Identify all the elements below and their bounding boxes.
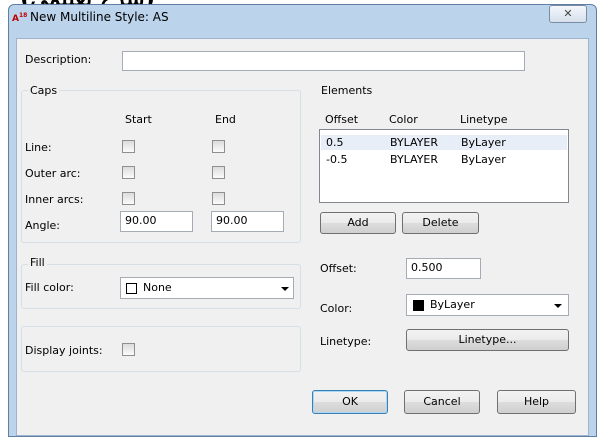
caps-outer-arc-label: Outer arc:	[25, 167, 81, 180]
fill-color-label: Fill color:	[25, 281, 74, 294]
fill-group-title: Fill	[28, 256, 47, 269]
element-color-swatch	[413, 300, 424, 311]
elements-list[interactable]: 0.5 BYLAYER ByLayer -0.5 BYLAYER ByLayer	[319, 129, 569, 203]
description-field[interactable]	[122, 51, 525, 71]
chevron-down-icon	[554, 304, 562, 308]
element-linetype-label: Linetype:	[320, 335, 372, 348]
caps-group-title: Caps	[28, 84, 60, 97]
element-offset-label: Offset:	[320, 262, 357, 275]
display-joints-label: Display joints:	[25, 344, 103, 357]
element-color: BYLAYER	[390, 153, 439, 166]
delete-element-button[interactable]: Delete	[402, 212, 479, 234]
elements-list-row[interactable]: -0.5 BYLAYER ByLayer	[321, 152, 567, 167]
caps-end-header: End	[215, 113, 236, 126]
caps-angle-end-field[interactable]: 90.00	[211, 211, 284, 232]
description-label: Description:	[25, 53, 92, 66]
linetype-button[interactable]: Linetype...	[406, 329, 569, 351]
fill-color-value: None	[143, 281, 172, 294]
element-linetype: ByLayer	[461, 153, 506, 166]
caps-angle-label: Angle:	[25, 219, 61, 232]
window-title: New Multiline Style: AS	[30, 10, 169, 24]
close-icon: ✕	[563, 7, 573, 20]
fill-color-dropdown[interactable]: None	[120, 277, 294, 299]
element-offset-field[interactable]: 0.500	[406, 258, 481, 279]
caps-outer-arc-end-checkbox[interactable]	[212, 166, 225, 179]
help-button[interactable]: Help	[497, 390, 576, 414]
display-joints-checkbox[interactable]	[122, 343, 135, 356]
elements-group-title: Elements	[319, 84, 375, 97]
cancel-button[interactable]: Cancel	[404, 390, 480, 414]
caps-inner-arcs-end-checkbox[interactable]	[212, 192, 225, 205]
element-offset: 0.5	[326, 136, 344, 149]
element-color-label: Color:	[320, 302, 353, 315]
chevron-down-icon	[281, 287, 289, 291]
elements-color-header: Color	[389, 113, 418, 126]
caps-line-start-checkbox[interactable]	[122, 140, 135, 153]
element-color-dropdown[interactable]: ByLayer	[406, 294, 569, 316]
close-button[interactable]: ✕	[549, 5, 587, 23]
element-linetype: ByLayer	[461, 136, 506, 149]
caps-inner-arcs-label: Inner arcs:	[25, 193, 84, 206]
caps-inner-arcs-start-checkbox[interactable]	[122, 192, 135, 205]
element-offset: -0.5	[326, 153, 348, 166]
autocad-icon: A18	[12, 12, 28, 24]
elements-offset-header: Offset	[325, 113, 359, 126]
ok-button[interactable]: OK	[312, 390, 388, 414]
caps-angle-start-field[interactable]: 90.00	[120, 211, 193, 232]
element-color: BYLAYER	[390, 136, 439, 149]
elements-linetype-header: Linetype	[460, 113, 508, 126]
element-color-value: ByLayer	[430, 298, 475, 311]
caps-line-label: Line:	[25, 141, 52, 154]
fill-color-swatch	[126, 283, 137, 294]
add-element-button[interactable]: Add	[320, 212, 396, 234]
caps-line-end-checkbox[interactable]	[212, 140, 225, 153]
caps-outer-arc-start-checkbox[interactable]	[122, 166, 135, 179]
caps-start-header: Start	[125, 113, 152, 126]
elements-list-row[interactable]: 0.5 BYLAYER ByLayer	[321, 135, 567, 150]
